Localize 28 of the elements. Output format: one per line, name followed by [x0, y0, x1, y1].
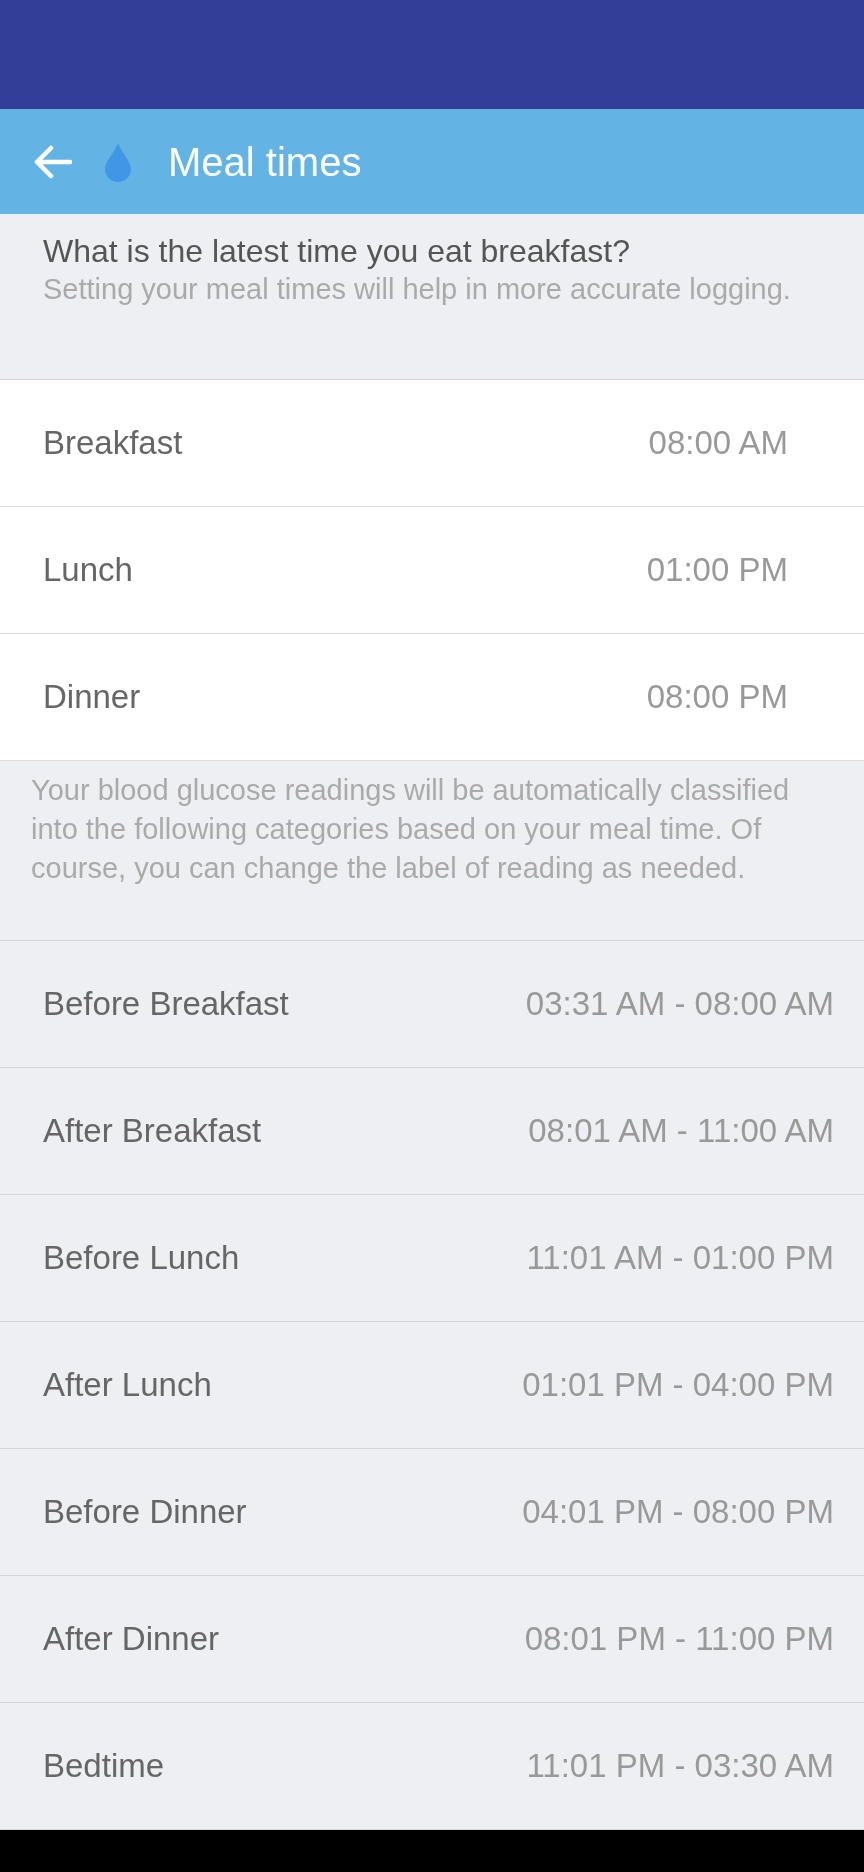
question-text: What is the latest time you eat breakfast? [43, 232, 631, 270]
meal-time: 08:00 PM [646, 677, 788, 718]
time-range: 11:01 PM - 03:30 AM [526, 1746, 834, 1787]
meal-time-row[interactable]: Lunch 01:00 PM [0, 507, 864, 634]
meal-label: Lunch [43, 550, 133, 591]
time-range: 08:01 PM - 11:00 PM [524, 1619, 834, 1660]
category-label: Before Lunch [43, 1238, 240, 1279]
time-range: 03:31 AM - 08:00 AM [525, 984, 834, 1025]
category-label: Before Dinner [43, 1492, 247, 1533]
time-range: 11:01 AM - 01:00 PM [526, 1238, 834, 1279]
meal-time-row[interactable]: Breakfast 08:00 AM [0, 380, 864, 507]
meal-time: 01:00 PM [646, 550, 788, 591]
meal-time-row[interactable]: Dinner 08:00 PM [0, 634, 864, 761]
screen-title: Meal times [168, 138, 362, 186]
meal-label: Dinner [43, 677, 141, 718]
category-label: Bedtime [43, 1746, 165, 1787]
info-text: Your blood glucose readings will be automatically classified into the following categories based on your meal time. Of course, you can change the label of reading as needed. [31, 773, 791, 886]
hint-text: Setting your meal times will help in more accurate logging. [43, 272, 792, 307]
time-range: 04:01 PM - 08:00 PM [522, 1492, 834, 1533]
time-range: 01:01 PM - 04:00 PM [522, 1365, 834, 1406]
category-label: After Breakfast [43, 1111, 262, 1152]
meal-label: Breakfast [43, 423, 183, 464]
back-arrow-icon [32, 143, 72, 180]
category-label: Before Breakfast [43, 984, 289, 1025]
time-range: 08:01 AM - 11:00 AM [528, 1111, 834, 1152]
category-label: After Dinner [43, 1619, 220, 1660]
category-label: After Lunch [43, 1365, 212, 1406]
meal-time: 08:00 AM [648, 423, 788, 464]
